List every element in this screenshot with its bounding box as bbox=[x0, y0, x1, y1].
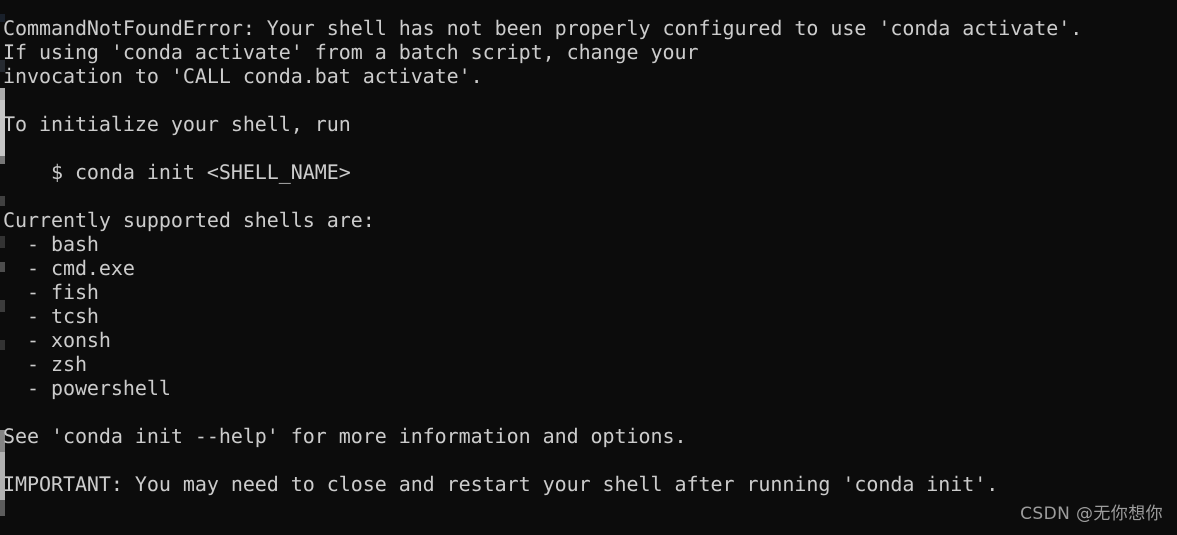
csdn-watermark: CSDN @无你想你 bbox=[1020, 504, 1163, 524]
console-line: CommandNotFoundError: Your shell has not… bbox=[3, 16, 1083, 40]
console-line: - fish bbox=[3, 280, 99, 304]
console-line: See 'conda init --help' for more informa… bbox=[3, 424, 687, 448]
console-line: - tcsh bbox=[3, 304, 99, 328]
console-line: - powershell bbox=[3, 376, 171, 400]
console-line: If using 'conda activate' from a batch s… bbox=[3, 40, 699, 64]
console-line: - xonsh bbox=[3, 328, 111, 352]
console-line: - zsh bbox=[3, 352, 87, 376]
console-line: IMPORTANT: You may need to close and res… bbox=[3, 472, 999, 496]
console-output-text: CommandNotFoundError: Your shell has not… bbox=[0, 16, 1177, 496]
console-line: invocation to 'CALL conda.bat activate'. bbox=[3, 64, 483, 88]
console-line: - bash bbox=[3, 232, 99, 256]
console-line: Currently supported shells are: bbox=[3, 208, 375, 232]
terminal-window[interactable]: CommandNotFoundError: Your shell has not… bbox=[0, 0, 1177, 535]
console-line: - cmd.exe bbox=[3, 256, 135, 280]
console-line: $ conda init <SHELL_NAME> bbox=[3, 160, 351, 184]
console-line: To initialize your shell, run bbox=[3, 112, 351, 136]
